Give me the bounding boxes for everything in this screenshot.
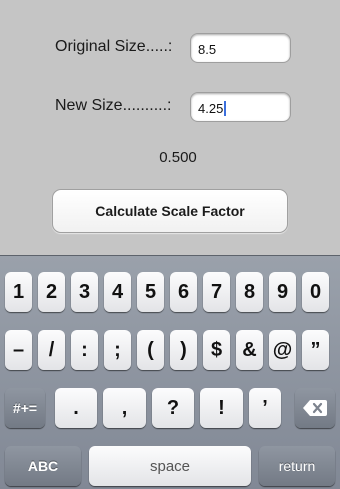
key-label: ? <box>166 396 180 419</box>
key-2[interactable]: 2 <box>38 272 65 312</box>
key-at[interactable]: @ <box>269 330 296 370</box>
key-label: 7 <box>210 280 223 303</box>
key-label: , <box>121 396 128 419</box>
key-label: $ <box>210 338 223 361</box>
key-label: . <box>73 396 79 419</box>
key-label: 2 <box>45 280 58 303</box>
key-label: ) <box>180 338 187 361</box>
key-apostrophe[interactable]: ’ <box>249 388 281 428</box>
key-dash[interactable]: – <box>5 330 32 370</box>
key-label: : <box>81 338 88 361</box>
key-label: 0 <box>309 280 322 303</box>
key-quote[interactable]: ” <box>302 330 329 370</box>
key-slash[interactable]: / <box>38 330 65 370</box>
key-question[interactable]: ? <box>152 388 194 428</box>
key-7[interactable]: 7 <box>203 272 230 312</box>
key-label: 6 <box>177 280 190 303</box>
key-1[interactable]: 1 <box>5 272 32 312</box>
key-open-paren[interactable]: ( <box>137 330 164 370</box>
key-label: 5 <box>144 280 157 303</box>
key-0[interactable]: 0 <box>302 272 329 312</box>
new-size-field[interactable]: 4.25 <box>190 92 291 122</box>
key-6[interactable]: 6 <box>170 272 197 312</box>
new-size-label: New Size..........: <box>55 97 172 114</box>
key-label: 9 <box>276 280 289 303</box>
abc-key[interactable]: ABC <box>5 446 81 486</box>
key-label: 1 <box>12 280 25 303</box>
key-label: #+= <box>12 400 38 416</box>
symbols-mode-key[interactable]: #+= <box>5 388 45 428</box>
calculate-button-label: Calculate Scale Factor <box>95 203 245 219</box>
key-comma[interactable]: , <box>103 388 146 428</box>
key-label: & <box>242 338 257 361</box>
key-close-paren[interactable]: ) <box>170 330 197 370</box>
scale-factor-result: 0.500 <box>159 149 197 166</box>
return-key[interactable]: return <box>259 446 335 486</box>
key-label: @ <box>272 338 293 361</box>
key-label: ! <box>218 396 225 419</box>
space-key[interactable]: space <box>89 446 251 486</box>
key-label: return <box>278 458 316 474</box>
key-9[interactable]: 9 <box>269 272 296 312</box>
key-label: – <box>12 338 25 361</box>
key-exclamation[interactable]: ! <box>200 388 243 428</box>
key-period[interactable]: . <box>55 388 97 428</box>
original-size-label: Original Size.....: <box>55 38 173 55</box>
numeric-keyboard: 1 2 3 4 5 6 7 8 9 0 – / : ; ( ) $ & @ ” … <box>0 255 340 489</box>
delete-key[interactable] <box>295 388 335 428</box>
key-label: ABC <box>27 458 59 474</box>
calculate-scale-factor-button[interactable]: Calculate Scale Factor <box>52 189 288 233</box>
key-3[interactable]: 3 <box>71 272 98 312</box>
key-label: ( <box>147 338 154 361</box>
key-label: space <box>149 457 191 475</box>
app-view: Original Size.....: 8.5 New Size........… <box>0 0 340 255</box>
key-8[interactable]: 8 <box>236 272 263 312</box>
key-colon[interactable]: : <box>71 330 98 370</box>
backspace-icon <box>303 400 327 416</box>
key-5[interactable]: 5 <box>137 272 164 312</box>
key-label: ’ <box>262 396 268 419</box>
key-label: 4 <box>111 280 124 303</box>
key-ampersand[interactable]: & <box>236 330 263 370</box>
original-size-value: 8.5 <box>198 42 217 57</box>
key-dollar[interactable]: $ <box>203 330 230 370</box>
original-size-field[interactable]: 8.5 <box>190 33 291 63</box>
key-label: ” <box>310 338 321 361</box>
new-size-value: 4.25 <box>198 101 224 116</box>
key-label: 3 <box>78 280 91 303</box>
key-label: 8 <box>243 280 256 303</box>
key-label: ; <box>114 338 121 361</box>
key-semicolon[interactable]: ; <box>104 330 131 370</box>
key-4[interactable]: 4 <box>104 272 131 312</box>
key-label: / <box>48 338 55 361</box>
text-caret <box>224 101 227 116</box>
